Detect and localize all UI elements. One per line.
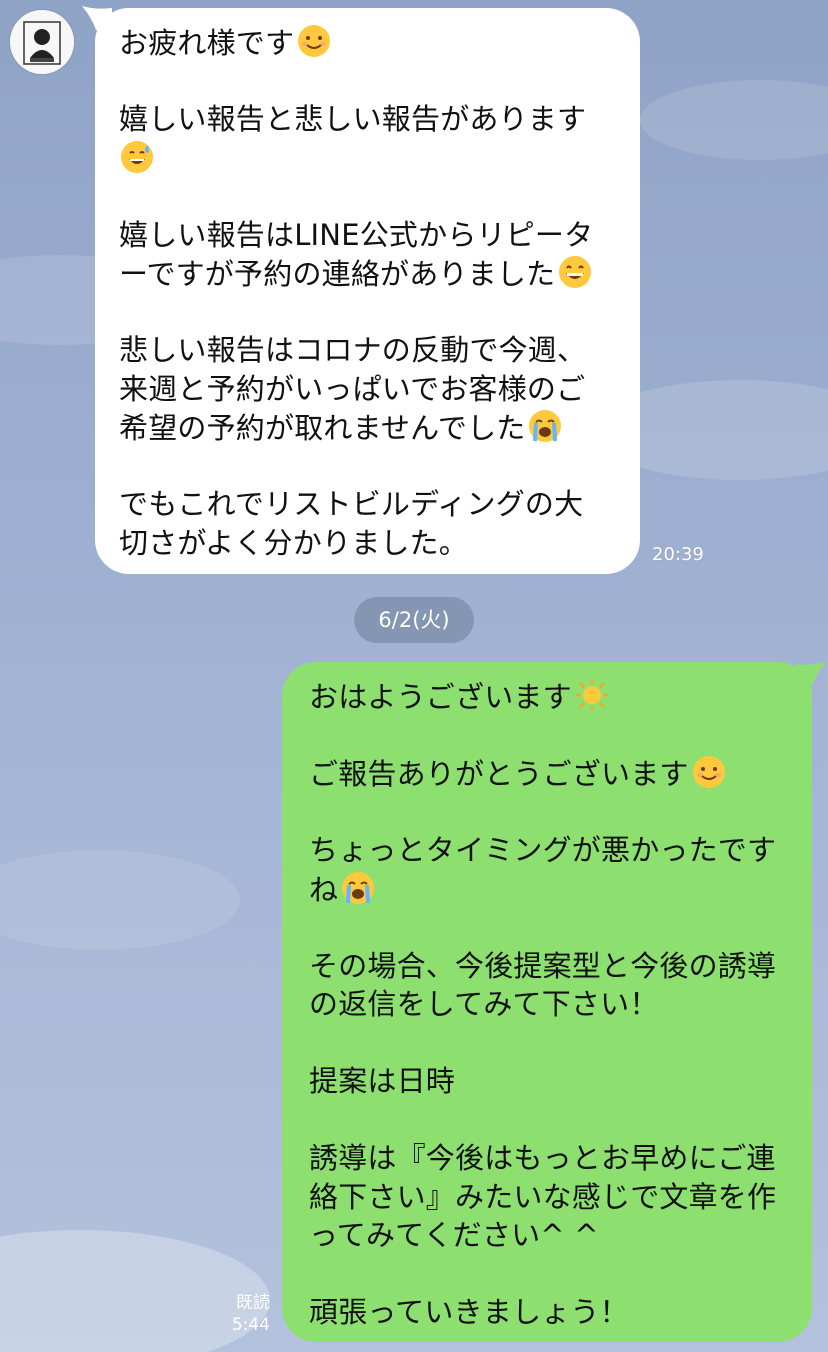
message-text: ーですが予約の連絡がありました [119,257,556,291]
message-line: 悲しい報告はコロナの反動で今週、 [119,333,587,367]
grinning-sweat-icon [121,140,153,173]
message-line: 誘導は『今後はもっとお早めにご連 [309,1141,776,1175]
message-line: ってみてください^ ^ [309,1218,599,1252]
grinning-face-icon [559,256,592,288]
sun-icon [575,679,608,711]
message-line: おはようございます [309,677,794,716]
loudly-crying-face-icon [529,410,562,442]
message-line: 切さがよく分かりました。 [119,525,468,560]
message-line [119,139,620,178]
message-text: ご報告ありがとうございます [309,757,689,791]
message-line: ーですが予約の連絡がありました [119,254,620,293]
message-line: 嬉しい報告はLINE公式からリピータ [119,217,594,252]
sender-avatar[interactable] [10,10,74,74]
smiling-face-icon [298,25,331,57]
message-line: 絡下さい』みたいな感じで文章を作 [309,1179,777,1214]
message-text: 希望の予約が取れませんでした [119,411,526,445]
read-label: 既読 [236,1293,270,1313]
message-line: 提案は日時 [309,1064,456,1098]
message-line: ね [309,870,794,909]
message-text: ね [309,872,339,907]
message-line: その場合、今後提案型と今後の誘導 [309,948,777,983]
smiling-face-icon [692,756,725,788]
outgoing-message-bubble[interactable]: おはようございます ご報告ありがとうございます ちょっとタイミングが悪かったです… [282,662,812,1342]
message-line: でもこれでリストビルディングの大 [119,487,584,521]
message-line: 頑張っていきましょう！ [309,1295,629,1329]
message-text: おはようございます [309,680,572,714]
avatar-icon [10,10,74,74]
message-line: 来週と予約がいっぱいでお客様のご [119,371,586,406]
outgoing-timestamp: 5:44 [231,1315,270,1335]
message-line: の返信をしてみて下さい！ [309,987,659,1021]
incoming-timestamp: 20:39 [652,544,704,565]
message-line: ちょっとタイミングが悪かったです [309,833,777,867]
message-line: 希望の予約が取れませんでした [119,408,620,447]
message-text: お疲れ様です [119,26,295,60]
message-line: ご報告ありがとうございます [309,754,794,793]
message-line: 嬉しい報告と悲しい報告があります [119,102,587,136]
incoming-message-bubble[interactable]: お疲れ様です 嬉しい報告と悲しい報告があります 嬉しい報告はLINE公式からリピ… [95,8,640,574]
message-line: お疲れ様です [119,23,620,62]
date-divider: 6/2(火) [354,597,474,643]
read-receipt: 既読 5:44 [222,1292,270,1336]
loudly-crying-face-icon [342,871,375,904]
